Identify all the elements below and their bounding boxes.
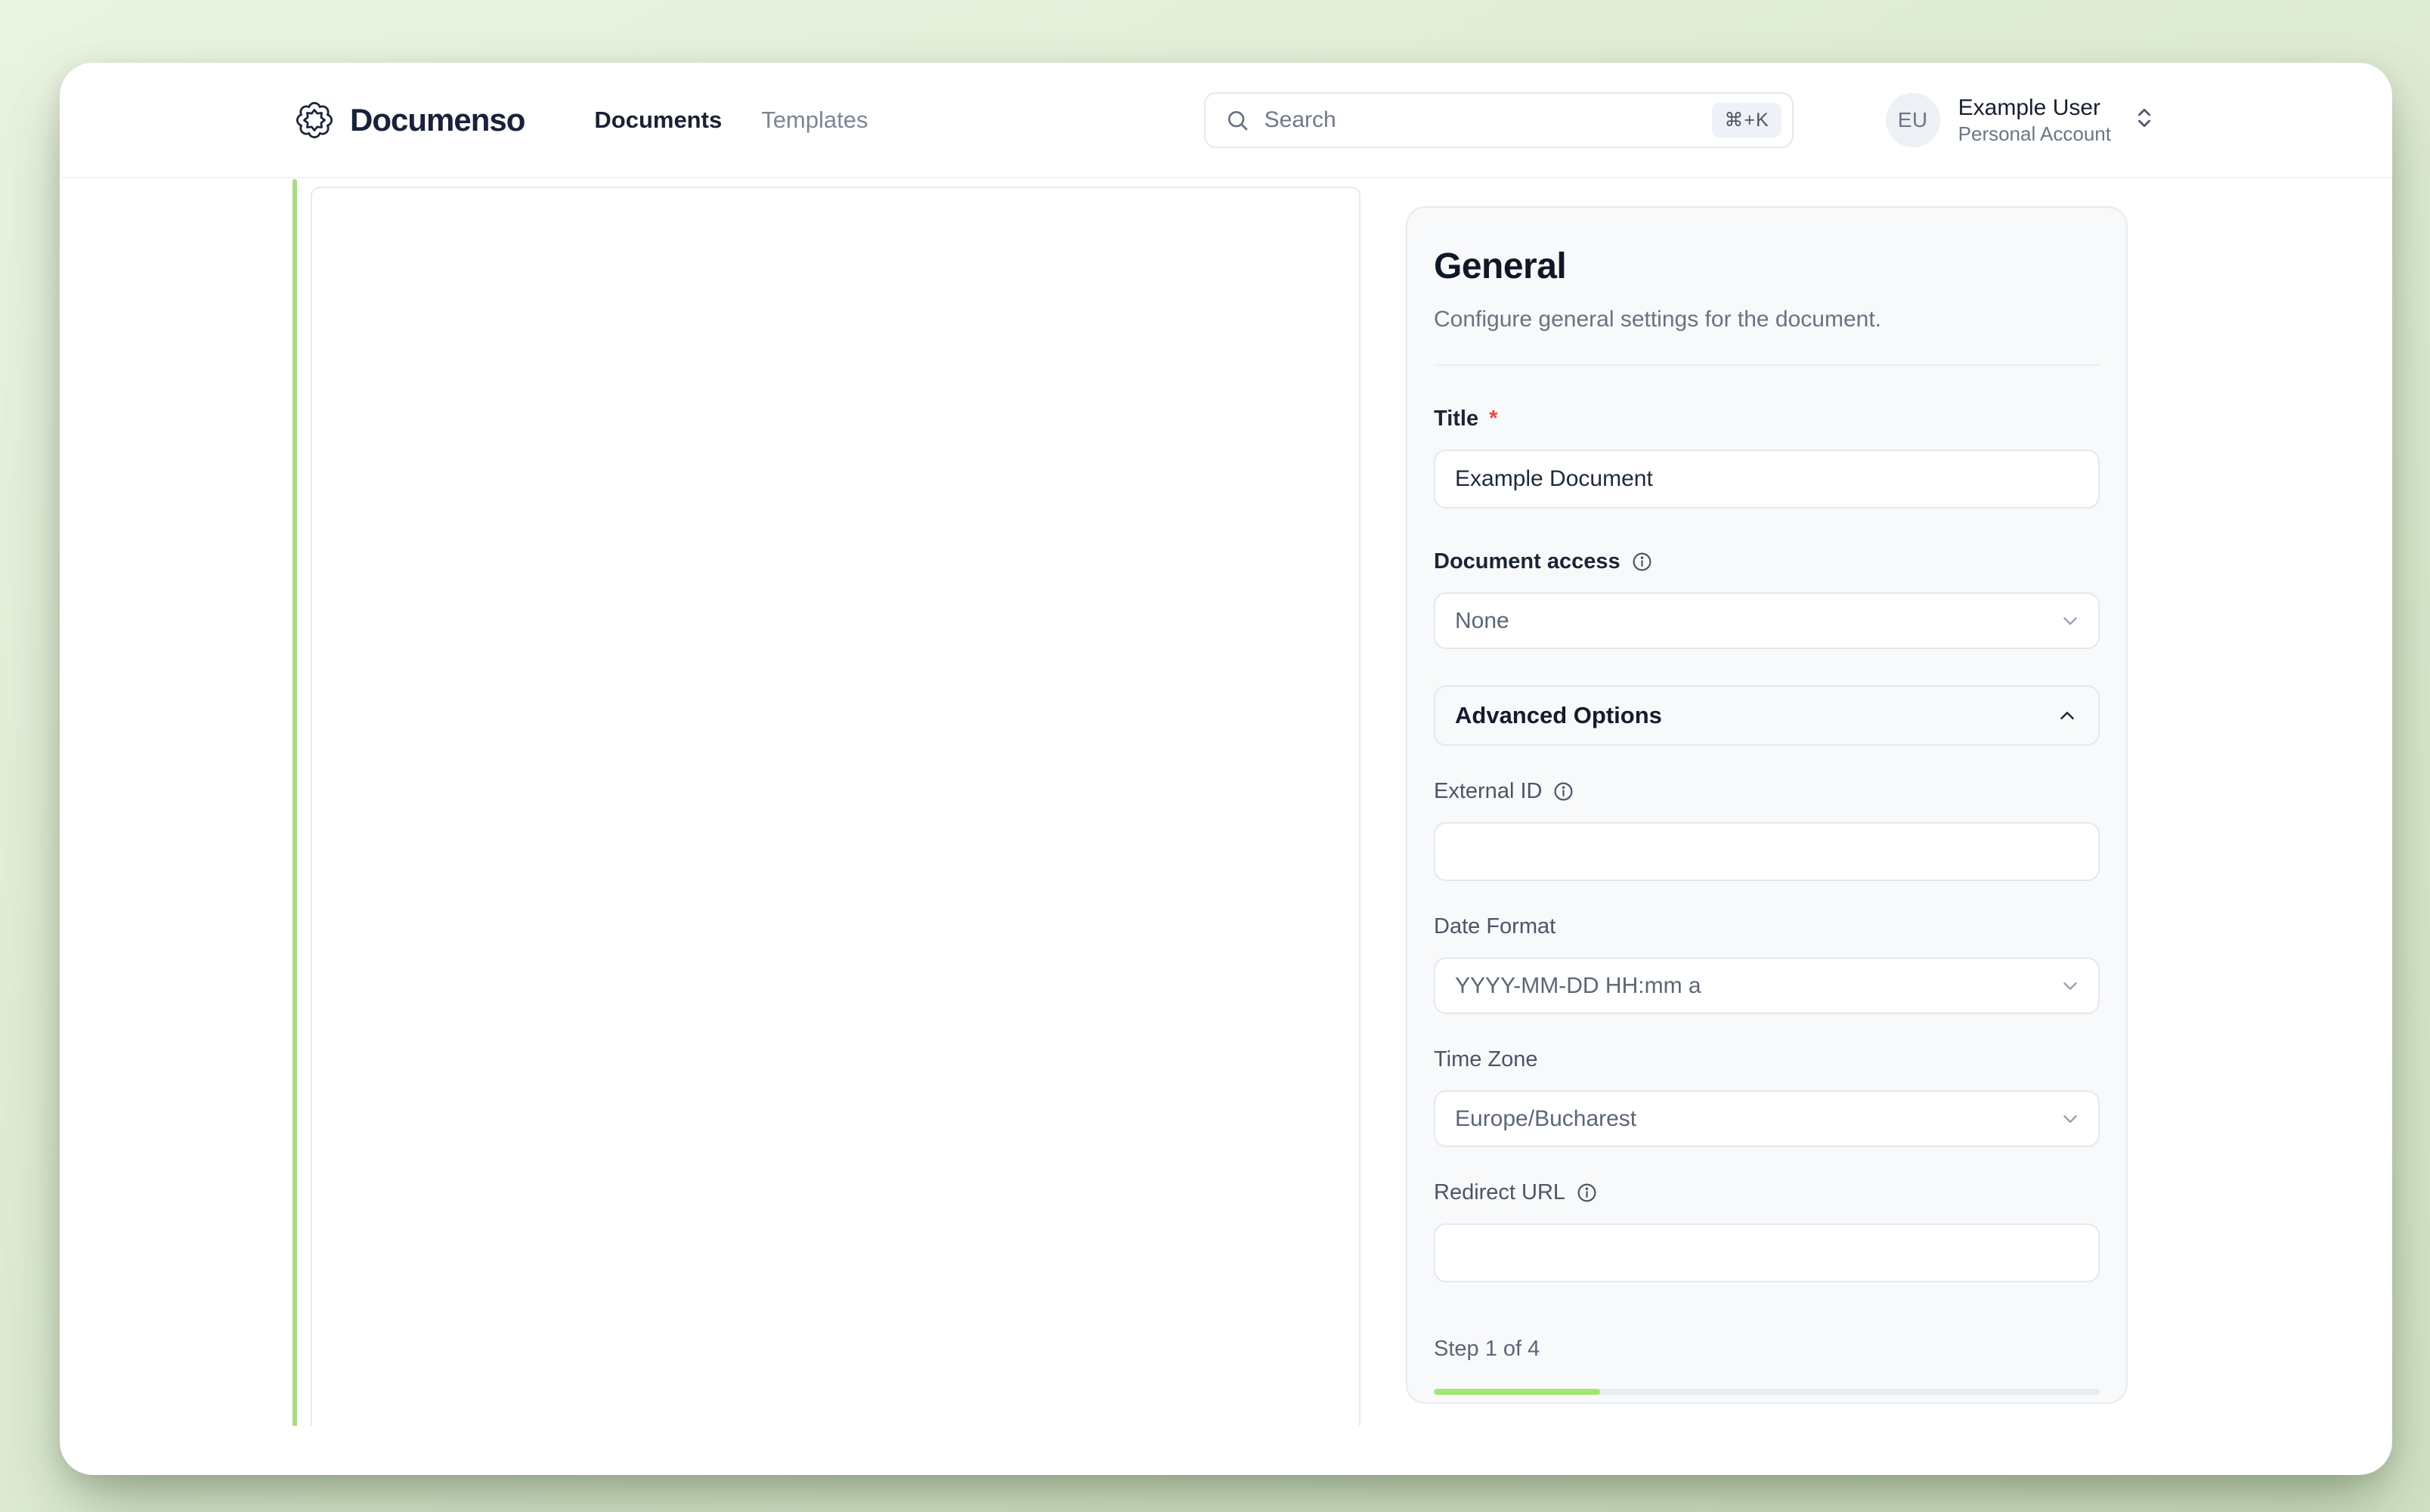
- search-shortcut-badge: ⌘+K: [1712, 103, 1781, 138]
- chevron-down-icon: [2059, 975, 2082, 997]
- time-zone-label: Time Zone: [1434, 1047, 2100, 1072]
- document-viewer: [293, 178, 1360, 1475]
- redirect-url-input[interactable]: [1434, 1223, 2100, 1282]
- search-bar[interactable]: ⌘+K: [1204, 92, 1794, 148]
- time-zone-value: Europe/Bucharest: [1455, 1106, 1636, 1132]
- date-format-label: Date Format: [1434, 914, 2100, 939]
- panel-divider: [1434, 364, 2100, 366]
- user-account-type: Personal Account: [1958, 123, 2111, 145]
- general-settings-panel: General Configure general settings for t…: [1406, 206, 2128, 1404]
- brand-name: Documenso: [350, 102, 525, 138]
- app-window: Documenso Documents Templates ⌘+K EU Exa…: [60, 63, 2392, 1475]
- advanced-options-toggle[interactable]: Advanced Options: [1434, 685, 2100, 746]
- external-id-input[interactable]: [1434, 822, 2100, 881]
- panel-description: Configure general settings for the docum…: [1434, 307, 2100, 332]
- user-name: Example User: [1958, 95, 2111, 120]
- info-icon[interactable]: [1576, 1182, 1598, 1204]
- document-page: [311, 187, 1360, 1426]
- step-progress-fill: [1434, 1389, 1600, 1395]
- document-access-value: None: [1455, 608, 1509, 634]
- external-id-label: External ID: [1434, 779, 2100, 804]
- document-access-label: Document access: [1434, 549, 2100, 574]
- step-progress-track: [1434, 1389, 2100, 1395]
- document-access-select[interactable]: None: [1434, 592, 2100, 649]
- search-input[interactable]: [1265, 107, 1698, 133]
- chevron-down-icon: [2059, 610, 2082, 632]
- advanced-options-label: Advanced Options: [1455, 702, 1662, 729]
- avatar: EU: [1886, 93, 1940, 147]
- required-asterisk: *: [1489, 407, 1497, 431]
- brand[interactable]: Documenso: [296, 101, 525, 139]
- info-icon[interactable]: [1552, 781, 1574, 802]
- panel-title: General: [1434, 246, 2100, 287]
- search-icon: [1225, 108, 1249, 132]
- redirect-url-label: Redirect URL: [1434, 1180, 2100, 1205]
- info-icon[interactable]: [1631, 551, 1653, 573]
- title-input[interactable]: [1434, 450, 2100, 509]
- chevrons-up-down-icon: [2132, 106, 2156, 134]
- nav-documents[interactable]: Documents: [594, 107, 722, 134]
- date-format-value: YYYY-MM-DD HH:mm a: [1455, 973, 1701, 999]
- content-area: General Configure general settings for t…: [60, 178, 2392, 1475]
- main-nav: Documents Templates: [594, 107, 868, 134]
- nav-templates[interactable]: Templates: [761, 107, 868, 134]
- step-indicator: Step 1 of 4: [1434, 1337, 2100, 1362]
- app-header: Documenso Documents Templates ⌘+K EU Exa…: [60, 63, 2392, 178]
- time-zone-select[interactable]: Europe/Bucharest: [1434, 1090, 2100, 1147]
- title-label: Title*: [1434, 407, 2100, 431]
- chevron-down-icon: [2059, 1108, 2082, 1130]
- documenso-logo-icon: [296, 101, 333, 139]
- user-menu[interactable]: EU Example User Personal Account: [1886, 93, 2156, 147]
- viewer-accent-line: [293, 179, 297, 1426]
- chevron-up-icon: [2056, 704, 2079, 727]
- date-format-select[interactable]: YYYY-MM-DD HH:mm a: [1434, 957, 2100, 1014]
